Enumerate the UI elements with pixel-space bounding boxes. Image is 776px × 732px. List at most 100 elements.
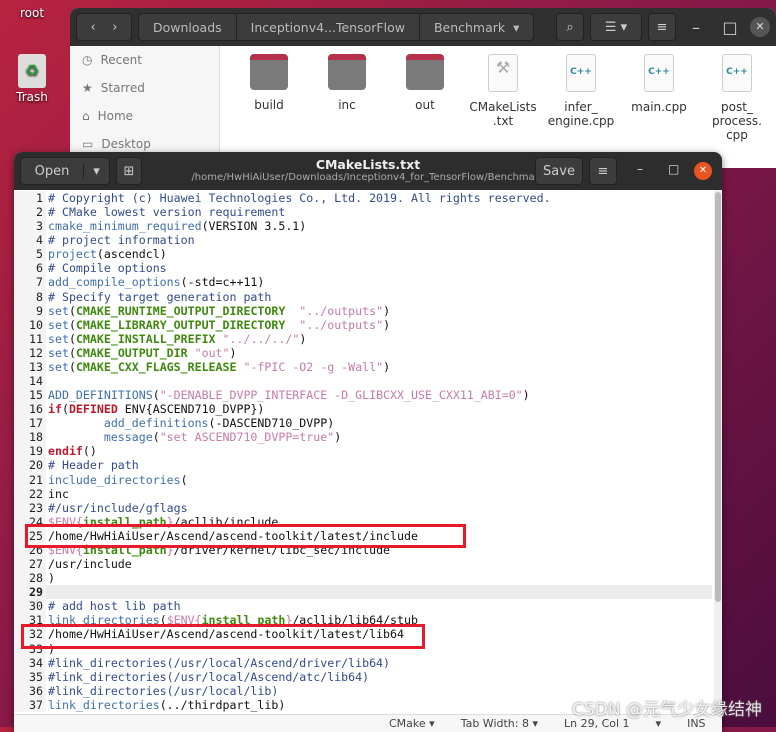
sidebar-item-home[interactable]: ⌂ Home (70, 102, 219, 130)
line-number: 11 (14, 331, 46, 346)
sidebar-item-recent[interactable]: ◷ Recent (70, 46, 219, 74)
search-icon[interactable]: ⌕ (556, 13, 584, 41)
code-line[interactable]: 1 # Copyright (c) Huawei Technologies Co.… (14, 191, 712, 206)
code-token: ( (68, 317, 76, 332)
line-text (46, 374, 48, 388)
save-button[interactable]: Save (535, 157, 583, 185)
code-line[interactable]: 30 # add host lib path (14, 599, 712, 614)
line-number: 28 (14, 571, 46, 586)
code-line[interactable]: 9 set(CMAKE_RUNTIME_OUTPUT_DIRECTORY "../… (14, 303, 712, 318)
breadcrumb-downloads[interactable]: Downloads (139, 13, 237, 41)
line-text: #/usr/include/gflags (46, 501, 188, 515)
line-text: # Specify target generation path (46, 290, 271, 304)
code-line[interactable]: 4 # project information (14, 233, 712, 248)
code-token: (../thirdpart_lib) (159, 697, 286, 712)
file-item[interactable]: C++ main.cpp (620, 54, 698, 142)
sidebar-item-starred[interactable]: ★ Starred (70, 74, 219, 102)
line-number: 34 (14, 655, 46, 670)
code-line[interactable]: 15 ADD_DEFINITIONS("-DENABLE_DVPP_INTERFA… (14, 388, 712, 403)
line-text: ADD_DEFINITIONS("-DENABLE_DVPP_INTERFACE… (46, 388, 530, 402)
minimize-icon[interactable]: – (682, 18, 710, 37)
code-token: # project information (48, 233, 195, 248)
desktop-trash[interactable]: ♻ Trash (2, 54, 62, 104)
close-icon[interactable]: ✕ (750, 17, 770, 37)
line-number: 23 (14, 500, 46, 515)
code-line[interactable]: 17 add_definitions(-DASCEND710_DVPP) (14, 416, 712, 431)
line-text: endif() (46, 444, 97, 458)
code-line[interactable]: 27/usr/include (14, 557, 712, 572)
menu-icon[interactable]: ≡ (589, 157, 617, 185)
highlight-box-include (25, 524, 466, 548)
code-line[interactable]: 22 inc (14, 486, 712, 501)
code-token: endif (48, 444, 83, 459)
code-line[interactable]: 29 (14, 585, 712, 600)
code-line[interactable]: 5 project(ascendcl) (14, 247, 712, 262)
code-token: # Copyright (c) Huawei Technologies Co.,… (48, 191, 551, 205)
code-line[interactable]: 14 (14, 374, 712, 389)
sidebar: ◷ Recent ★ Starred ⌂ Home ▭ Desktop (70, 46, 220, 168)
line-number: 22 (14, 486, 46, 501)
code-token: () (82, 444, 97, 459)
breadcrumb-benchmark[interactable]: Benchmark ▾ (420, 13, 533, 41)
code-line[interactable]: 13 set(CMAKE_CXX_FLAGS_RELEASE "-fPIC -O2… (14, 359, 712, 375)
file-item[interactable]: out (386, 54, 464, 142)
file-manager-header: ‹ › Downloads Inceptionv4...TensorFlow B… (70, 8, 776, 46)
code-line[interactable]: 3 cmake_minimum_required(VERSION 3.5.1) (14, 219, 712, 234)
code-token: ) (383, 317, 391, 332)
code-line[interactable]: 28) (14, 571, 712, 586)
tab-width-selector[interactable]: Tab Width: 8 ▾ (461, 717, 538, 730)
scrollbar-thumb[interactable] (715, 192, 721, 602)
close-icon[interactable]: ✕ (694, 162, 712, 180)
code-token: /usr/include (48, 557, 132, 572)
code-token: ) (522, 388, 530, 403)
line-text: add_compile_options(-std=c++11) (46, 275, 264, 289)
file-item[interactable]: build (230, 54, 308, 142)
line-number: 21 (14, 472, 46, 487)
menu-icon[interactable]: ≡ (648, 13, 676, 41)
back-forward-buttons[interactable]: ‹ › (76, 13, 132, 41)
code-line[interactable]: 12 set(CMAKE_OUTPUT_DIR "out") (14, 345, 712, 360)
code-line[interactable]: 6 # Compile options (14, 261, 712, 276)
maximize-icon[interactable]: □ (668, 162, 679, 176)
folder-icon (250, 54, 288, 90)
maximize-icon[interactable]: □ (716, 18, 744, 37)
code-token: "set ASCEND710_DVPP=true" (159, 430, 335, 445)
minimize-icon[interactable]: – (637, 162, 643, 176)
code-line[interactable]: 7 add_compile_options(-std=c++11) (14, 275, 712, 290)
code-line[interactable]: 10 set(CMAKE_LIBRARY_OUTPUT_DIRECTORY "..… (14, 317, 712, 332)
desktop-root-label[interactable]: root (2, 6, 62, 20)
code-line[interactable]: 19 endif() (14, 444, 712, 459)
breadcrumb-inceptionv4[interactable]: Inceptionv4...TensorFlow (237, 13, 420, 41)
file-item[interactable]: ⚒ CMakeLists .txt (464, 54, 542, 142)
line-text: set(CMAKE_OUTPUT_DIR "out") (46, 346, 237, 360)
file-item[interactable]: inc (308, 54, 386, 142)
vertical-scrollbar[interactable] (714, 190, 722, 714)
line-number: 1 (14, 191, 46, 206)
file-item[interactable]: C++ post_ process. cpp (698, 54, 776, 142)
code-line[interactable]: 18 message("set ASCEND710_DVPP=true") (14, 430, 712, 445)
code-line[interactable]: 34 #link_directories(/usr/local/Ascend/dr… (14, 655, 712, 670)
code-line[interactable]: 11 set(CMAKE_INSTALL_PREFIX "../../../") (14, 331, 712, 346)
code-line[interactable]: 23 #/usr/include/gflags (14, 500, 712, 515)
line-number: 35 (14, 669, 46, 684)
code-line[interactable]: 21 include_directories( (14, 472, 712, 487)
code-line[interactable]: 2 # CMake lowest version requirement (14, 205, 712, 220)
line-text: # Copyright (c) Huawei Technologies Co.,… (46, 191, 551, 205)
language-selector[interactable]: CMake ▾ (389, 717, 435, 730)
file-item[interactable]: C++ infer_ engine.cpp (542, 54, 620, 142)
code-line[interactable]: 8 # Specify target generation path (14, 289, 712, 304)
desktop-icon: ▭ (82, 137, 94, 151)
home-icon: ⌂ (82, 109, 90, 123)
line-text: # project information (46, 233, 195, 247)
view-options-button[interactable]: ☰ ▾ (590, 13, 642, 41)
line-number: 18 (14, 430, 46, 445)
code-token: ) (229, 345, 237, 360)
code-line[interactable]: 20 # Header path (14, 458, 712, 473)
line-number: 7 (14, 275, 46, 290)
folder-icon (406, 54, 444, 90)
line-text: ) (46, 571, 55, 585)
code-line[interactable]: 16 if(DEFINED ENV{ASCEND710_DVPP}) (14, 402, 712, 417)
line-number: 12 (14, 345, 46, 360)
code-token: # CMake lowest version requirement (48, 205, 286, 220)
code-line[interactable]: 35 #link_directories(/usr/local/Ascend/at… (14, 669, 712, 684)
